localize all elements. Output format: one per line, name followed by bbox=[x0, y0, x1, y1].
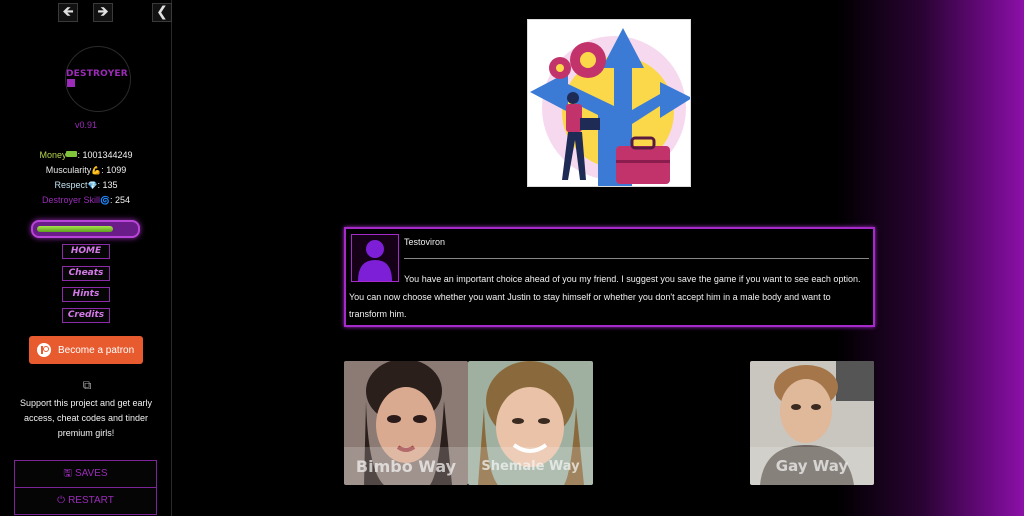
dialog-box: Testoviron You have an important choice … bbox=[344, 227, 875, 327]
crossroads-illustration bbox=[527, 19, 691, 187]
patron-label: Become a patron bbox=[58, 344, 135, 356]
stat-muscularity-label: Muscularity bbox=[45, 165, 92, 175]
muscle-icon: 💪 bbox=[91, 166, 102, 175]
version-label: v0.91 bbox=[74, 120, 98, 130]
power-icon: ⏻ bbox=[57, 495, 66, 506]
saves-label: SAVES bbox=[74, 468, 108, 479]
stat-money-value: 1001344249 bbox=[82, 150, 133, 160]
stat-skill-label: Destroyer Skill bbox=[41, 195, 100, 205]
restart-button[interactable]: ⏻ RESTART bbox=[14, 487, 157, 515]
patreon-icon bbox=[37, 343, 51, 357]
player-stats: Money: 1001344249 Muscularity💪: 1099 Res… bbox=[0, 148, 172, 208]
speaker-name: Testoviron bbox=[404, 237, 446, 247]
stat-respect-value: 135 bbox=[102, 180, 118, 190]
crossroads-icon bbox=[530, 28, 690, 186]
choice-shemale-way[interactable]: Shemale Way bbox=[468, 361, 593, 485]
game-logo: DESTROYER bbox=[65, 46, 131, 112]
stat-respect: Respect💎: 135 bbox=[0, 178, 172, 193]
external-link-icon[interactable]: ⧉ bbox=[80, 378, 94, 392]
stat-respect-label: Respect bbox=[54, 180, 88, 190]
skill-icon: 🌀 bbox=[100, 196, 110, 205]
menu-cheats-button[interactable]: Cheats bbox=[62, 266, 110, 281]
floppy-icon: 🖫 bbox=[63, 468, 72, 479]
stat-muscularity-value: 1099 bbox=[106, 165, 127, 175]
menu-home-button[interactable]: HOME bbox=[62, 244, 110, 259]
stat-money-label: Money bbox=[39, 150, 67, 160]
back-button[interactable]: 🡸 bbox=[58, 3, 78, 22]
menu-credits-button[interactable]: Credits bbox=[62, 308, 110, 323]
progress-bar bbox=[31, 220, 140, 238]
restart-label: RESTART bbox=[68, 495, 114, 506]
choice-bimbo-label: Bimbo Way bbox=[344, 447, 468, 485]
support-text: Support this project and get early acces… bbox=[19, 398, 153, 438]
collapse-sidebar-button[interactable]: ❮ bbox=[152, 3, 172, 22]
progress-fill bbox=[37, 226, 113, 232]
stat-skill-value: 254 bbox=[114, 195, 131, 205]
choice-gay-way[interactable]: Gay Way bbox=[750, 361, 874, 485]
main-scene: Testoviron You have an important choice … bbox=[173, 0, 1024, 516]
arrow-left-icon: 🡸 bbox=[62, 4, 74, 20]
sidebar: 🡸 🡺 ❮ DESTROYER v0.91 Money: 1001344249 … bbox=[0, 0, 172, 516]
choice-shemale-label: Shemale Way bbox=[468, 447, 593, 485]
logo-text: DESTROYER bbox=[66, 69, 130, 89]
menu-hints-button[interactable]: Hints bbox=[62, 287, 110, 302]
chevron-left-icon: ❮ bbox=[156, 4, 168, 20]
arrow-right-icon: 🡺 bbox=[97, 4, 109, 20]
stat-skill: Destroyer Skill🌀: 254 bbox=[0, 193, 172, 208]
dialog-text: You have an important choice ahead of yo… bbox=[349, 274, 861, 319]
choice-gay-label: Gay Way bbox=[750, 447, 874, 485]
become-patron-button[interactable]: Become a patron bbox=[29, 336, 143, 364]
saves-button[interactable]: 🖫 SAVES bbox=[14, 460, 157, 488]
stat-money: Money: 1001344249 bbox=[39, 150, 133, 160]
history-nav: 🡸 🡺 bbox=[0, 3, 172, 23]
diamond-icon: 💎 bbox=[87, 181, 98, 190]
money-icon bbox=[66, 151, 78, 157]
dialog-divider bbox=[404, 258, 869, 259]
choice-bimbo-way[interactable]: Bimbo Way bbox=[344, 361, 468, 485]
forward-button[interactable]: 🡺 bbox=[93, 3, 113, 22]
stat-muscularity: Muscularity💪: 1099 bbox=[0, 163, 172, 178]
